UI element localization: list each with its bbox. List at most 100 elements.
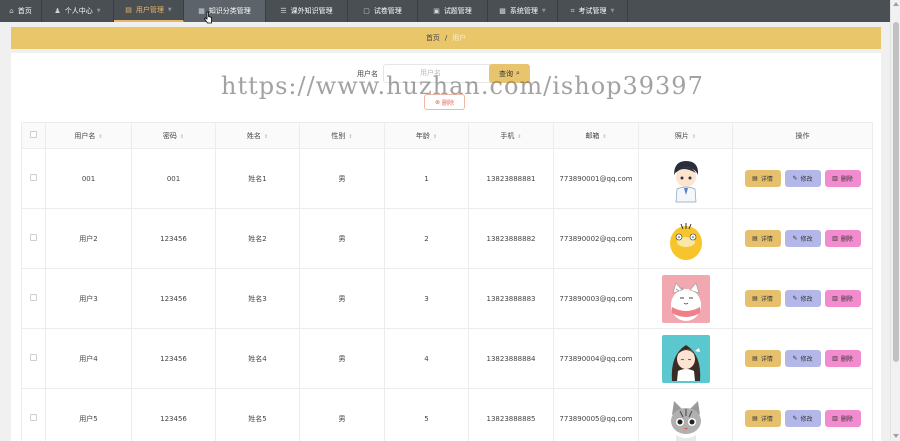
column-header[interactable]: 用户名 ⇕ bbox=[45, 122, 132, 149]
edit-icon: ✎ bbox=[792, 355, 798, 362]
edit-button-label: 修改 bbox=[800, 416, 813, 423]
sort-icon[interactable]: ⇕ bbox=[433, 134, 437, 140]
sort-icon[interactable]: ⇕ bbox=[264, 134, 268, 140]
paper-icon: ▢ bbox=[363, 7, 370, 15]
nav-item-7[interactable]: ▩ 系统管理 ▼ bbox=[488, 0, 558, 22]
nav-item-0[interactable]: ⌂ 首页 bbox=[0, 0, 42, 22]
detail-button[interactable]: ▤ 详情 bbox=[744, 410, 781, 427]
edit-button[interactable]: ✎ 修改 bbox=[784, 170, 821, 187]
detail-button-label: 详情 bbox=[760, 296, 773, 303]
cell-actions: ▤ 详情 ✎ 修改 ▥ 删除 bbox=[732, 328, 873, 389]
nav-item-label: 课外知识管理 bbox=[290, 7, 333, 15]
edit-button-label: 修改 bbox=[800, 176, 813, 183]
cell-actions: ▤ 详情 ✎ 修改 ▥ 删除 bbox=[732, 388, 873, 441]
column-header[interactable]: 邮箱 ⇕ bbox=[553, 122, 639, 149]
column-header: 操作 bbox=[732, 122, 873, 149]
edit-button[interactable]: ✎ 修改 bbox=[784, 230, 821, 247]
nav-item-8[interactable]: ⌗ 考试管理 ▼ bbox=[558, 0, 628, 22]
search-username-input[interactable]: 用户名 bbox=[383, 64, 493, 83]
edit-button[interactable]: ✎ 修改 bbox=[784, 290, 821, 307]
column-header[interactable]: 姓名 ⇕ bbox=[215, 122, 300, 149]
nav-item-3[interactable]: ▦ 知识分类管理 bbox=[184, 0, 266, 22]
detail-button[interactable]: ▤ 详情 bbox=[744, 290, 781, 307]
sort-icon[interactable]: ⇕ bbox=[517, 134, 521, 140]
row-checkbox[interactable] bbox=[30, 234, 37, 241]
exam-icon: ⌗ bbox=[570, 6, 575, 15]
select-all-checkbox[interactable] bbox=[30, 131, 37, 138]
nav-item-label: 个人中心 bbox=[64, 7, 93, 15]
column-header[interactable]: 性别 ⇕ bbox=[299, 122, 385, 149]
cell-phone: 13823888884 bbox=[468, 328, 554, 389]
cell-photo bbox=[638, 208, 733, 269]
sort-icon[interactable]: ⇕ bbox=[602, 134, 606, 140]
cell-gender: 男 bbox=[299, 268, 385, 329]
query-button[interactable]: 查询 ⌕ bbox=[489, 64, 530, 83]
delete-button[interactable]: ▥ 删除 bbox=[824, 410, 861, 427]
trash-icon: ▥ bbox=[832, 235, 838, 242]
users-icon: ▤ bbox=[125, 6, 132, 14]
row-select-cell bbox=[21, 208, 46, 269]
cell-age: 3 bbox=[384, 268, 469, 329]
detail-button-label: 详情 bbox=[760, 416, 773, 423]
edit-button[interactable]: ✎ 修改 bbox=[784, 410, 821, 427]
table-row: 用户5 123456 姓名5 男 5 13823888885 773890005@qq.co… bbox=[21, 388, 873, 441]
content-panel: 用户名 用户名 查询 ⌕ ⊗ 删除 用户名 ⇕ 密码 ⇕ 姓名 ⇕ 性别 ⇕ 年龄 ⇕ 手机 ⇕ 邮箱 ⇕… bbox=[11, 53, 881, 441]
column-header bbox=[21, 122, 46, 149]
sort-icon[interactable]: ⇕ bbox=[692, 134, 696, 140]
cell-name: 姓名2 bbox=[215, 208, 300, 269]
delete-button[interactable]: ▥ 删除 bbox=[824, 230, 861, 247]
detail-button-label: 详情 bbox=[760, 176, 773, 183]
delete-button[interactable]: ▥ 删除 bbox=[824, 350, 861, 367]
row-select-cell bbox=[21, 388, 46, 441]
avatar bbox=[661, 334, 710, 383]
scrollbar-thumb[interactable] bbox=[893, 22, 899, 362]
cell-actions: ▤ 详情 ✎ 修改 ▥ 删除 bbox=[732, 268, 873, 329]
delete-button[interactable]: ▥ 删除 bbox=[824, 290, 861, 307]
detail-button[interactable]: ▤ 详情 bbox=[744, 170, 781, 187]
row-checkbox[interactable] bbox=[30, 174, 37, 181]
breadcrumb-separator: / bbox=[444, 34, 448, 42]
cell-gender: 男 bbox=[299, 208, 385, 269]
trash-icon: ▥ bbox=[832, 175, 838, 182]
column-header[interactable]: 年龄 ⇕ bbox=[384, 122, 469, 149]
row-checkbox[interactable] bbox=[30, 294, 37, 301]
cell-photo bbox=[638, 148, 733, 209]
nav-item-1[interactable]: ♟ 个人中心 ▼ bbox=[42, 0, 114, 22]
delete-circle-icon: ⊗ bbox=[434, 98, 440, 106]
detail-button[interactable]: ▤ 详情 bbox=[744, 350, 781, 367]
delete-button[interactable]: ▥ 删除 bbox=[824, 170, 861, 187]
cell-username: 001 bbox=[45, 148, 132, 209]
nav-item-2[interactable]: ▤ 用户管理 ▼ bbox=[114, 0, 184, 22]
delete-button-label: 删除 bbox=[840, 296, 853, 303]
scroll-up-arrow-icon[interactable] bbox=[893, 2, 899, 6]
sort-icon[interactable]: ⇕ bbox=[98, 134, 102, 140]
sort-icon[interactable]: ⇕ bbox=[180, 134, 184, 140]
batch-delete-button[interactable]: ⊗ 删除 bbox=[424, 94, 465, 110]
row-select-cell bbox=[21, 328, 46, 389]
nav-item-5[interactable]: ▢ 试卷管理 bbox=[348, 0, 418, 22]
nav-item-6[interactable]: ▣ 试题管理 bbox=[418, 0, 488, 22]
column-header[interactable]: 手机 ⇕ bbox=[468, 122, 554, 149]
cell-name: 姓名5 bbox=[215, 388, 300, 441]
delete-button-label: 删除 bbox=[840, 416, 853, 423]
vertical-scrollbar[interactable] bbox=[890, 0, 900, 441]
nav-item-label: 系统管理 bbox=[509, 7, 538, 15]
edit-button[interactable]: ✎ 修改 bbox=[784, 350, 821, 367]
sort-icon[interactable]: ⇕ bbox=[348, 134, 352, 140]
scroll-down-arrow-icon[interactable] bbox=[893, 434, 899, 438]
cell-phone: 13823888885 bbox=[468, 388, 554, 441]
breadcrumb-home[interactable]: 首页 bbox=[426, 33, 440, 43]
edit-icon: ✎ bbox=[792, 235, 798, 242]
row-checkbox[interactable] bbox=[30, 414, 37, 421]
avatar bbox=[661, 214, 710, 263]
column-header-label: 手机 bbox=[500, 131, 515, 140]
column-header[interactable]: 密码 ⇕ bbox=[131, 122, 216, 149]
detail-button[interactable]: ▤ 详情 bbox=[744, 230, 781, 247]
column-header[interactable]: 照片 ⇕ bbox=[638, 122, 733, 149]
cell-email: 773890003@qq.com bbox=[553, 268, 639, 329]
cell-password: 001 bbox=[131, 148, 216, 209]
row-checkbox[interactable] bbox=[30, 354, 37, 361]
column-header-label: 姓名 bbox=[246, 131, 261, 140]
nav-item-4[interactable]: ☰ 课外知识管理 bbox=[266, 0, 348, 22]
chevron-down-icon: ▼ bbox=[541, 8, 546, 14]
